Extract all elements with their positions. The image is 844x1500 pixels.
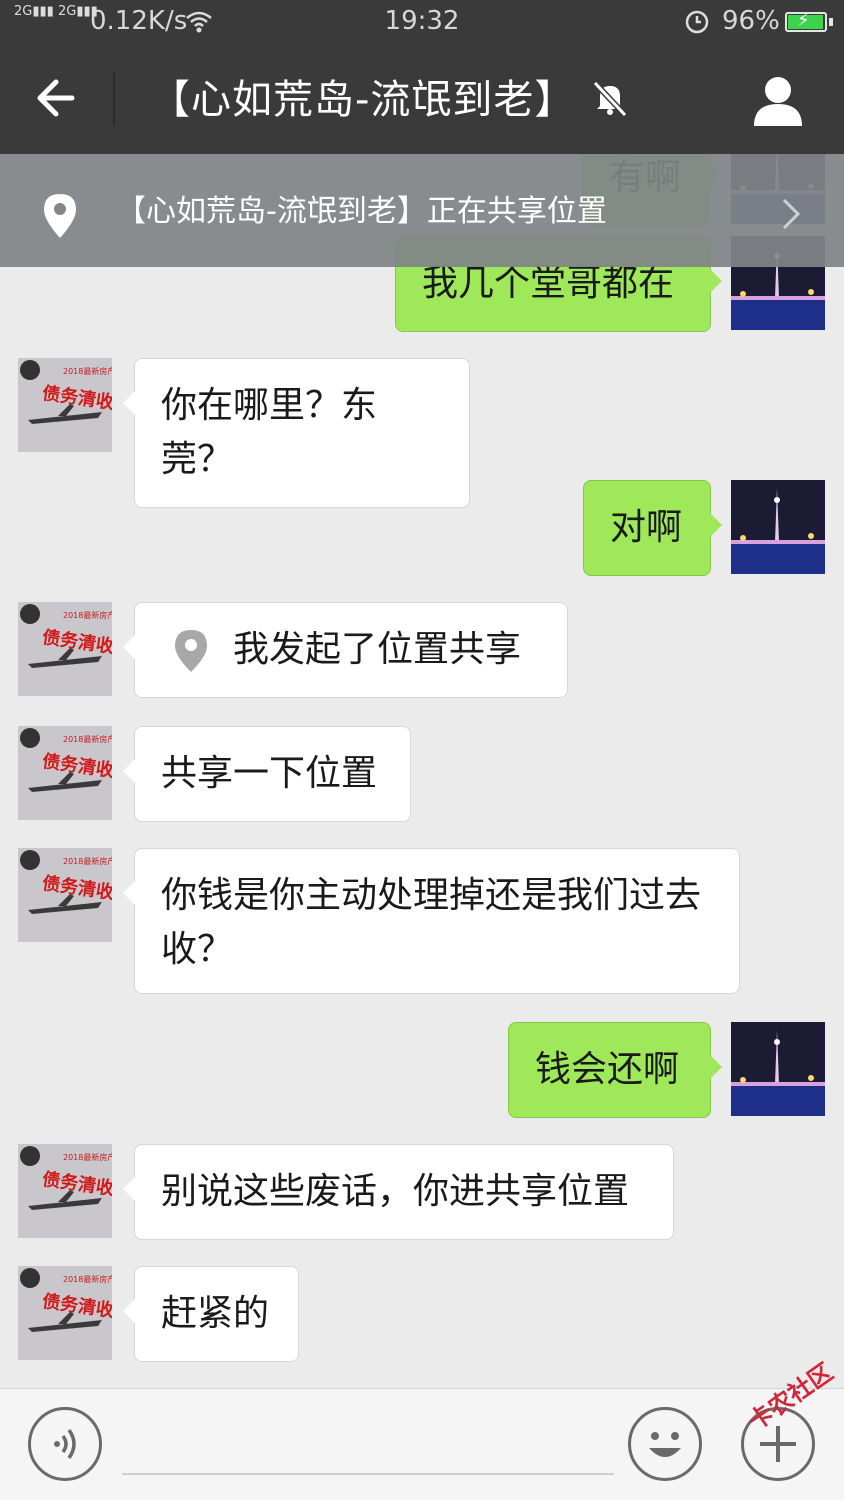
- svg-text:2018最新房产催收: 2018最新房产催收: [63, 1152, 112, 1162]
- message-input[interactable]: [122, 1419, 614, 1475]
- back-button[interactable]: [26, 66, 90, 130]
- input-bar: [0, 1388, 844, 1500]
- profile-button[interactable]: [748, 70, 808, 130]
- message-bubble-in[interactable]: 你钱是你主动处理掉还是我们过去收？: [123, 848, 740, 994]
- location-pin-icon: [173, 628, 209, 674]
- alarm-icon: [684, 8, 710, 41]
- arrow-left-icon: [37, 79, 75, 117]
- location-sharing-banner[interactable]: 【心如荒岛-流氓到老】正在共享位置: [0, 154, 844, 267]
- debt-collection-avatar-icon: 2018最新房产催收债务清收: [18, 848, 112, 942]
- contact-avatar[interactable]: 2018最新房产催收债务清收: [18, 726, 112, 820]
- voice-icon: [54, 1428, 76, 1460]
- my-avatar[interactable]: [731, 1022, 825, 1116]
- message-list[interactable]: 有啊 我几个堂哥都在 2018最新房产催收债务清收 你在哪里？东莞？ 对啊 20…: [0, 154, 844, 1388]
- location-pin-icon: [42, 192, 78, 240]
- svg-text:2018最新房产催收: 2018最新房产催收: [63, 734, 112, 744]
- status-bar: 2G▮▮▮ 2G▮▮▮ 0.12K/s 19:32 96% ⚡: [0, 0, 844, 44]
- contact-avatar[interactable]: 2018最新房产催收债务清收: [18, 1144, 112, 1238]
- clock-time: 19:32: [384, 6, 460, 36]
- debt-collection-avatar-icon: 2018最新房产催收债务清收: [18, 1266, 112, 1360]
- voice-input-button[interactable]: [28, 1407, 102, 1481]
- chevron-right-icon: [778, 196, 802, 232]
- tower-night-avatar-icon: [731, 480, 825, 574]
- debt-collection-avatar-icon: 2018最新房产催收债务清收: [18, 726, 112, 820]
- location-share-text: 我发起了位置共享: [233, 629, 522, 670]
- tower-night-avatar-icon: [731, 1022, 825, 1116]
- message-bubble-in[interactable]: 共享一下位置: [123, 726, 411, 822]
- smiley-icon: [649, 1432, 681, 1457]
- debt-collection-avatar-icon: 2018最新房产催收债务清收: [18, 1144, 112, 1238]
- svg-text:2018最新房产催收: 2018最新房产催收: [63, 856, 112, 866]
- contact-avatar[interactable]: 2018最新房产催收债务清收: [18, 602, 112, 696]
- my-avatar[interactable]: [731, 480, 825, 574]
- message-bubble-out[interactable]: 钱会还啊: [508, 1022, 722, 1118]
- header-divider: [113, 72, 115, 126]
- svg-text:2018最新房产催收: 2018最新房产催收: [63, 366, 112, 376]
- person-icon: [754, 77, 802, 126]
- charging-icon: ⚡: [797, 10, 810, 31]
- location-sharing-text: 【心如荒岛-流氓到老】正在共享位置: [116, 194, 607, 229]
- message-bubble-in[interactable]: 你在哪里？东莞？: [123, 358, 470, 508]
- svg-text:2018最新房产催收: 2018最新房产催收: [63, 610, 112, 620]
- chat-title: 【心如荒岛-流氓到老】: [150, 77, 576, 123]
- location-share-bubble[interactable]: 我发起了位置共享: [123, 602, 568, 698]
- debt-collection-avatar-icon: 2018最新房产催收债务清收: [18, 358, 112, 452]
- contact-avatar[interactable]: 2018最新房产催收债务清收: [18, 848, 112, 942]
- message-bubble-in[interactable]: 赶紧的: [123, 1266, 299, 1362]
- message-bubble-in[interactable]: 别说这些废话，你进共享位置: [123, 1144, 674, 1240]
- contact-avatar[interactable]: 2018最新房产催收债务清收: [18, 1266, 112, 1360]
- battery-percent: 96%: [722, 6, 780, 36]
- chat-header: 【心如荒岛-流氓到老】: [0, 44, 844, 154]
- battery-cap: [829, 18, 833, 26]
- debt-collection-avatar-icon: 2018最新房产催收债务清收: [18, 602, 112, 696]
- bell-muted-icon: [590, 78, 630, 118]
- svg-text:2018最新房产催收: 2018最新房产催收: [63, 1274, 112, 1284]
- message-bubble-out[interactable]: 对啊: [583, 480, 722, 576]
- emoji-button[interactable]: [628, 1407, 702, 1481]
- contact-avatar[interactable]: 2018最新房产催收债务清收: [18, 358, 112, 452]
